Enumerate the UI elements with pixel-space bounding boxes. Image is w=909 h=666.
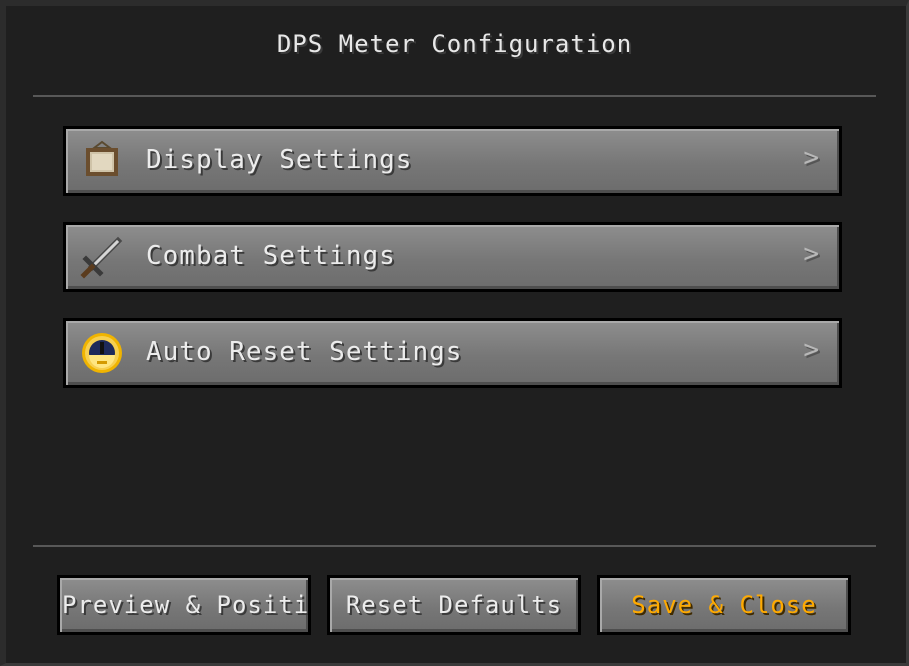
auto-reset-settings-button[interactable]: Auto Reset Settings > (63, 318, 842, 388)
painting-icon (80, 139, 124, 183)
auto-reset-settings-label: Auto Reset Settings (146, 337, 463, 367)
preview-position-button[interactable]: Preview & Positic (57, 575, 311, 635)
reset-defaults-button[interactable]: Reset Defaults (327, 575, 581, 635)
display-settings-button[interactable]: Display Settings > (63, 126, 842, 196)
top-divider (33, 95, 876, 97)
combat-settings-button[interactable]: Combat Settings > (63, 222, 842, 292)
save-close-button[interactable]: Save & Close (597, 575, 851, 635)
bottom-divider (33, 545, 876, 547)
combat-settings-label: Combat Settings (146, 241, 396, 271)
display-settings-label: Display Settings (146, 145, 413, 175)
window-title: DPS Meter Configuration (276, 30, 633, 58)
clock-icon (80, 331, 124, 375)
chevron-right-icon: > (803, 143, 819, 173)
chevron-right-icon: > (803, 239, 819, 269)
chevron-right-icon: > (803, 335, 819, 365)
sword-icon (80, 235, 124, 279)
